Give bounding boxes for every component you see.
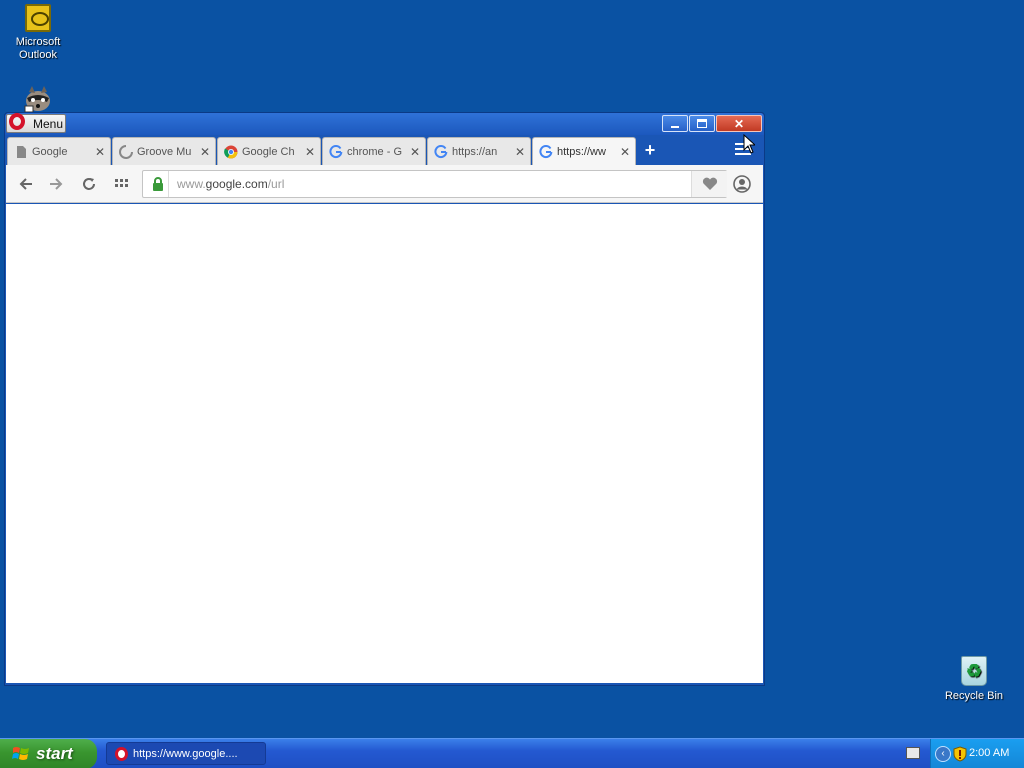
outlook-icon — [25, 4, 51, 32]
tab-close-icon[interactable]: ✕ — [198, 145, 212, 159]
browser-window: Menu ✕ Google ✕ Groove Mu ✕ Google Ch ✕ … — [4, 112, 765, 686]
tab[interactable]: chrome - G ✕ — [322, 137, 426, 165]
start-label: start — [36, 744, 73, 763]
close-button[interactable]: ✕ — [716, 115, 762, 132]
tab-title: https://an — [452, 145, 498, 158]
url-host: google.com — [205, 177, 268, 191]
desktop-icon-recycle-bin[interactable]: ♻ Recycle Bin — [936, 656, 1012, 703]
menu-label: Menu — [33, 116, 64, 131]
keyboard-icon[interactable] — [906, 747, 920, 759]
recycle-bin-icon: ♻ — [961, 656, 987, 686]
taskbar: start https://www.google.... ‹ 2:00 AM — [0, 738, 1024, 768]
show-hidden-icons-button[interactable]: ‹ — [935, 746, 951, 762]
tab-title: Google Ch — [242, 145, 295, 158]
desktop-icon-label: Microsoft Outlook — [15, 36, 61, 61]
maximize-button[interactable] — [689, 115, 715, 132]
tab[interactable]: Google Ch ✕ — [217, 137, 321, 165]
grid-icon — [115, 179, 128, 187]
tab-title: Groove Mu — [137, 145, 192, 158]
opera-logo-icon — [9, 113, 25, 130]
tab[interactable]: Groove Mu ✕ — [112, 137, 216, 165]
arrow-right-icon — [50, 178, 63, 190]
title-bar[interactable]: Menu ✕ — [5, 113, 764, 135]
start-button[interactable]: start — [0, 739, 97, 768]
tab-close-icon[interactable]: ✕ — [303, 145, 317, 159]
lock-icon — [153, 177, 163, 191]
google-g-icon — [329, 144, 343, 158]
clock[interactable]: 2:00 AM — [969, 747, 1009, 759]
tab-title: chrome - G — [347, 145, 403, 158]
url-prefix: www. — [177, 177, 206, 191]
taskbar-item-browser[interactable]: https://www.google.... — [106, 742, 266, 765]
navigation-toolbar: www.google.com/url — [6, 165, 763, 203]
heart-icon — [702, 177, 717, 190]
close-icon: ✕ — [733, 116, 745, 131]
address-bar[interactable]: www.google.com/url — [142, 170, 727, 198]
tab-close-icon[interactable]: ✕ — [408, 145, 422, 159]
desktop-icon-label: Recycle Bin — [944, 690, 1004, 702]
google-g-icon — [434, 144, 448, 158]
minimize-icon — [671, 125, 679, 128]
forward-button[interactable] — [46, 174, 66, 194]
tab-close-icon[interactable]: ✕ — [513, 145, 527, 159]
opera-logo-icon — [115, 746, 128, 761]
tab-close-icon[interactable]: ✕ — [618, 145, 632, 159]
loading-icon — [119, 144, 133, 159]
windows-logo-icon — [12, 747, 29, 760]
google-g-icon — [539, 145, 553, 159]
maximize-icon — [697, 119, 707, 128]
bookmark-button[interactable] — [691, 171, 727, 197]
opera-menu-button[interactable]: Menu — [6, 113, 66, 133]
page-icon — [17, 145, 26, 158]
new-tab-button[interactable]: + — [641, 141, 659, 159]
tab-active[interactable]: https://ww ✕ — [532, 137, 636, 166]
divider — [168, 171, 169, 197]
url-path: /url — [267, 177, 285, 191]
tab[interactable]: https://an ✕ — [427, 137, 531, 165]
tab-close-icon[interactable]: ✕ — [93, 145, 107, 159]
reload-icon — [83, 178, 95, 190]
chrome-icon — [224, 145, 238, 158]
tab-title: Google — [32, 145, 68, 158]
taskbar-item-label: https://www.google.... — [133, 747, 238, 760]
user-icon — [733, 175, 751, 193]
desktop-icon-outlook[interactable]: Microsoft Outlook — [0, 4, 76, 62]
tab-title: https://ww — [557, 146, 606, 158]
speed-dial-button[interactable] — [112, 174, 132, 194]
tab[interactable]: Google ✕ — [7, 137, 111, 165]
raccoon-icon — [23, 84, 53, 113]
back-button[interactable] — [16, 174, 36, 194]
tab-bar: Google ✕ Groove Mu ✕ Google Ch ✕ chrome … — [5, 135, 764, 166]
security-shield-icon[interactable] — [953, 746, 967, 762]
account-button[interactable] — [732, 174, 752, 194]
minimize-button[interactable] — [662, 115, 688, 132]
arrow-left-icon — [19, 178, 32, 190]
reload-button[interactable] — [79, 174, 99, 194]
url-text[interactable]: www.google.com/url — [177, 177, 284, 191]
page-content[interactable] — [6, 204, 763, 683]
system-tray: ‹ 2:00 AM — [930, 739, 1024, 768]
mouse-cursor-icon — [743, 134, 755, 154]
